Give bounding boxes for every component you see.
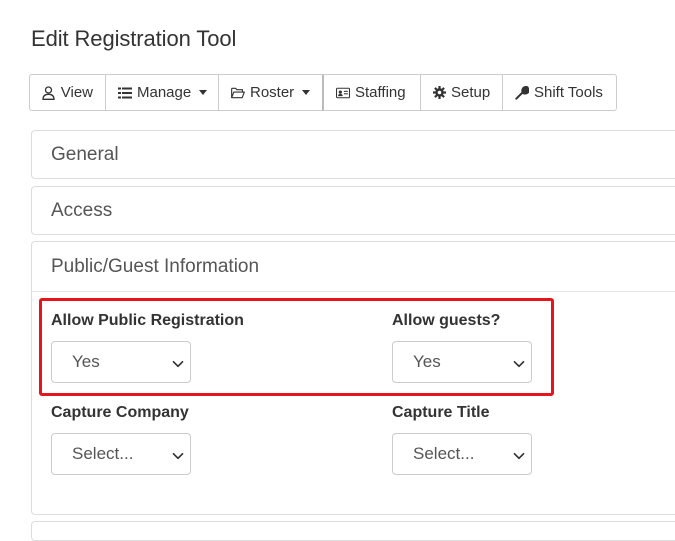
toolbar: View Manage Roster Staffing Setup Shift …	[29, 74, 617, 111]
access-panel: Access	[31, 186, 675, 235]
allow-guests-select[interactable]: Yes	[392, 341, 532, 383]
list-icon	[118, 86, 132, 100]
page-title: Edit Registration Tool	[31, 26, 237, 51]
chevron-down-icon	[171, 356, 185, 370]
chevron-down-icon	[171, 448, 185, 462]
capture-company-select[interactable]: Select...	[51, 433, 191, 475]
capture-title-label: Capture Title	[392, 404, 490, 421]
setup-button[interactable]: Setup	[420, 74, 503, 111]
user-icon	[42, 85, 56, 100]
public-guest-panel-heading[interactable]: Public/Guest Information	[32, 242, 675, 292]
shift-tools-label: Shift Tools	[534, 84, 603, 101]
setup-label: Setup	[451, 84, 491, 101]
staffing-label: Staffing	[355, 84, 406, 101]
staffing-button[interactable]: Staffing	[322, 74, 421, 111]
general-panel: General	[31, 130, 675, 179]
roster-dropdown-button[interactable]: Roster	[218, 74, 323, 111]
wrench-icon	[515, 85, 529, 100]
gear-icon	[433, 86, 446, 100]
caret-down-icon	[302, 90, 311, 95]
capture-title-select[interactable]: Select...	[392, 433, 532, 475]
folder-icon	[231, 86, 245, 100]
allow-guests-value: Yes	[413, 352, 441, 371]
allow-public-registration-label: Allow Public Registration	[51, 312, 244, 329]
capture-title-value: Select...	[413, 444, 475, 463]
general-panel-heading[interactable]: General	[32, 131, 675, 179]
capture-company-value: Select...	[72, 444, 134, 463]
caret-down-icon	[199, 90, 208, 95]
chevron-down-icon	[512, 356, 526, 370]
allow-guests-label: Allow guests?	[392, 312, 501, 329]
id-card-icon	[336, 86, 350, 100]
next-panel	[31, 521, 675, 541]
shift-tools-button[interactable]: Shift Tools	[502, 74, 617, 111]
view-button[interactable]: View	[29, 74, 106, 111]
roster-label: Roster	[250, 84, 295, 101]
allow-public-registration-value: Yes	[72, 352, 100, 371]
manage-label: Manage	[137, 84, 192, 101]
allow-public-registration-select[interactable]: Yes	[51, 341, 191, 383]
manage-dropdown-button[interactable]: Manage	[105, 74, 219, 111]
chevron-down-icon	[512, 448, 526, 462]
access-panel-heading[interactable]: Access	[32, 187, 675, 235]
capture-company-label: Capture Company	[51, 404, 189, 421]
view-label: View	[60, 84, 93, 101]
